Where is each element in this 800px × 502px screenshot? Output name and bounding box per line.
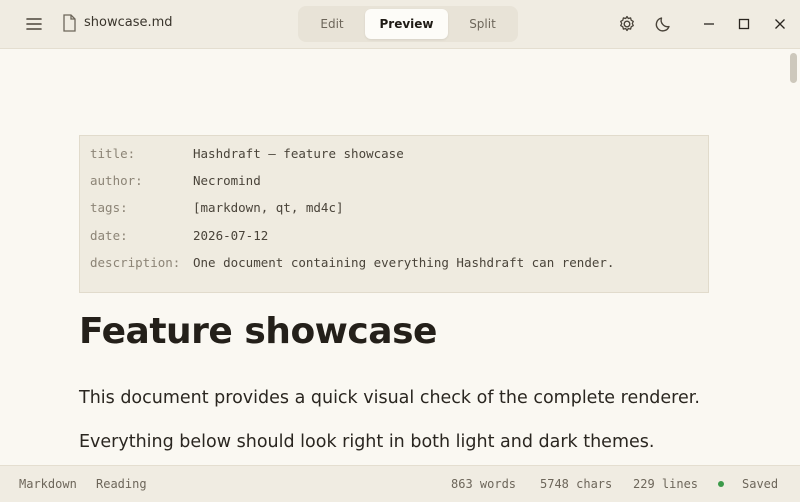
- frontmatter-key: description:: [90, 255, 181, 270]
- frontmatter-row: date: 2026-07-12: [90, 227, 268, 245]
- frontmatter-row: description: One document containing ever…: [90, 254, 614, 272]
- preview-pane[interactable]: title: Hashdraft — feature showcase autho…: [0, 49, 786, 465]
- frontmatter-row: title: Hashdraft — feature showcase: [90, 145, 404, 163]
- status-mode: Markdown: [19, 477, 77, 491]
- word-count: 863 words: [451, 477, 517, 491]
- frontmatter-key: tags:: [90, 200, 128, 215]
- scrollbar[interactable]: [787, 49, 800, 465]
- tab-edit[interactable]: Edit: [301, 9, 363, 39]
- gear-icon[interactable]: [617, 14, 637, 34]
- status-bar: Markdown Reading 863 words 5748 chars 22…: [0, 465, 800, 502]
- frontmatter-key: author:: [90, 173, 143, 188]
- document-heading: Feature showcase: [79, 311, 437, 352]
- status-state: Reading: [96, 477, 147, 491]
- file-name: showcase.md: [84, 15, 173, 30]
- tab-preview[interactable]: Preview: [365, 9, 448, 39]
- frontmatter-row: author: Necromind: [90, 172, 261, 190]
- saved-indicator-dot: [718, 481, 724, 487]
- document-paragraph: Everything below should look right in bo…: [79, 432, 655, 452]
- maximize-icon[interactable]: [734, 14, 754, 34]
- frontmatter-value: [markdown, qt, md4c]: [193, 200, 344, 215]
- menu-icon[interactable]: [24, 14, 44, 34]
- frontmatter-value: Hashdraft — feature showcase: [193, 146, 404, 161]
- document-paragraph: This document provides a quick visual ch…: [79, 388, 700, 408]
- scrollbar-thumb[interactable]: [790, 53, 797, 83]
- frontmatter-block: title: Hashdraft — feature showcase autho…: [79, 135, 709, 293]
- close-icon[interactable]: [770, 14, 790, 34]
- char-count: 5748 chars: [540, 477, 613, 491]
- frontmatter-value: Necromind: [193, 173, 261, 188]
- frontmatter-value: 2026-07-12: [193, 228, 269, 243]
- minimize-icon[interactable]: [699, 14, 719, 34]
- moon-icon[interactable]: [654, 14, 674, 34]
- frontmatter-value: One document containing everything Hashd…: [193, 255, 615, 270]
- tab-split[interactable]: Split: [450, 9, 515, 39]
- title-bar: showcase.md Edit Preview Split: [0, 0, 800, 49]
- frontmatter-key: date:: [90, 228, 128, 243]
- frontmatter-key: title:: [90, 146, 136, 161]
- frontmatter-row: tags: [markdown, qt, md4c]: [90, 199, 344, 217]
- line-count: 229 lines: [633, 477, 699, 491]
- save-status: Saved: [742, 477, 779, 491]
- file-icon: [62, 14, 76, 36]
- view-mode-switcher: Edit Preview Split: [298, 6, 518, 42]
